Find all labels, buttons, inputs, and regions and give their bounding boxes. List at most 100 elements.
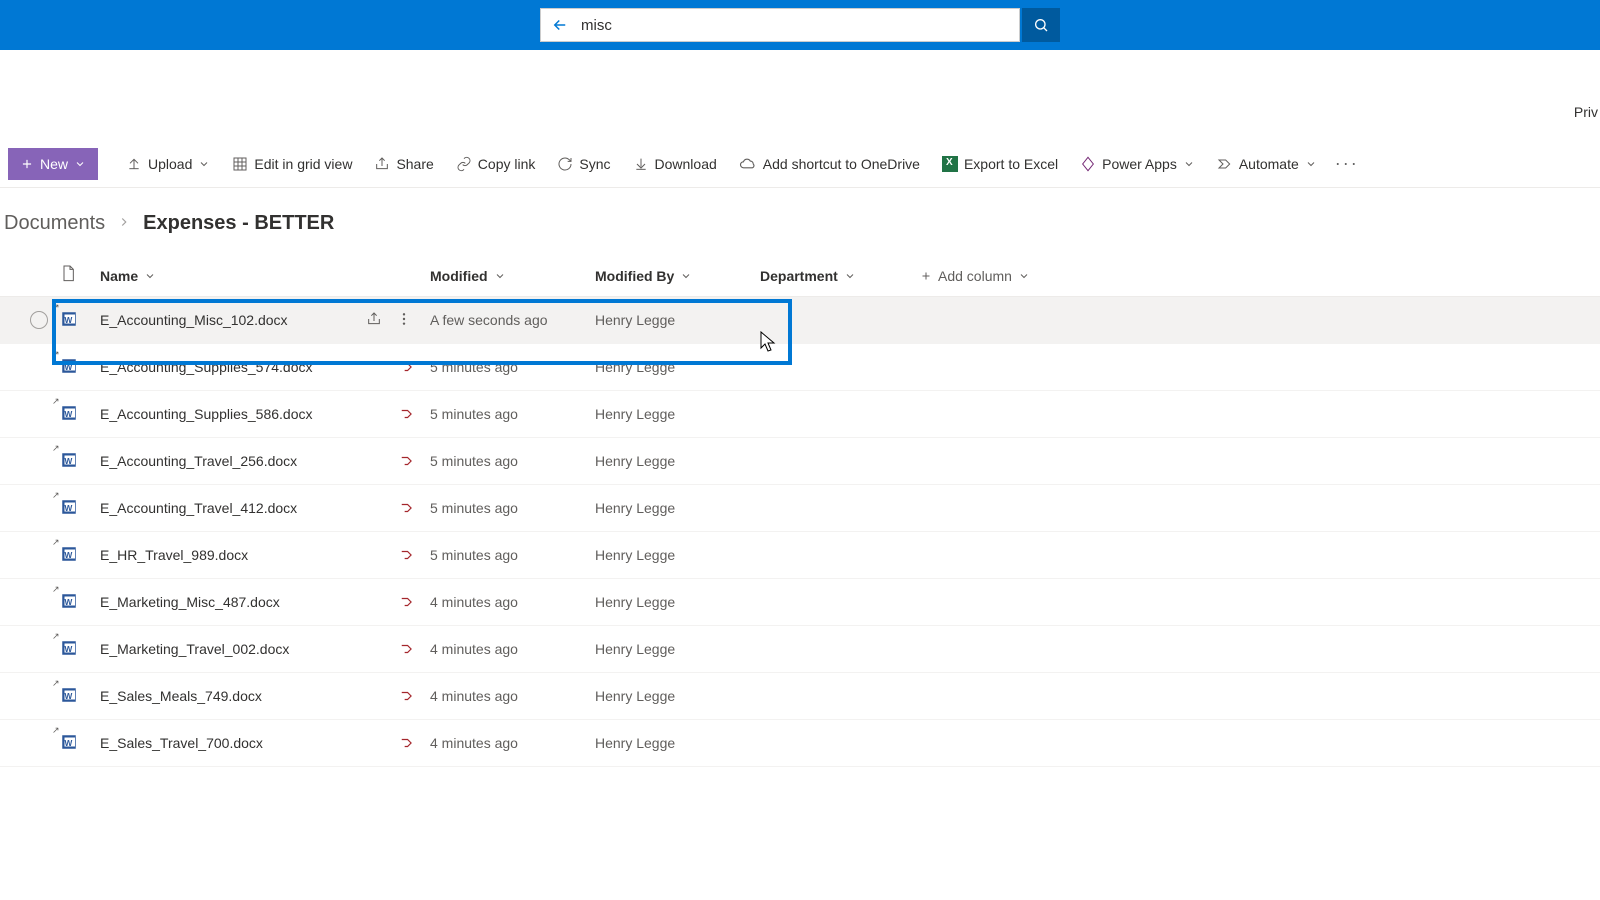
table-row[interactable]: ↗WE_HR_Travel_989.docx5 minutes agoHenry…: [0, 532, 1600, 579]
modifiedby-cell[interactable]: Henry Legge: [595, 547, 760, 563]
row-select[interactable]: [18, 311, 60, 329]
modifiedby-cell[interactable]: Henry Legge: [595, 641, 760, 657]
modifiedby-cell[interactable]: Henry Legge: [595, 312, 760, 328]
file-name-cell[interactable]: E_Accounting_Travel_412.docx: [100, 500, 430, 516]
table-row[interactable]: ↗WE_Marketing_Misc_487.docx4 minutes ago…: [0, 579, 1600, 626]
svg-text:W: W: [65, 645, 73, 654]
row-share-icon[interactable]: [366, 311, 382, 330]
copy-link-button[interactable]: Copy link: [446, 148, 546, 180]
file-type-icon: ↗W: [60, 357, 100, 377]
excel-icon: [942, 156, 958, 172]
new-button[interactable]: New: [8, 148, 98, 180]
file-name[interactable]: E_Accounting_Supplies_586.docx: [100, 406, 313, 422]
file-name[interactable]: E_Marketing_Travel_002.docx: [100, 641, 289, 657]
file-type-icon: ↗W: [60, 733, 100, 753]
power-apps-button[interactable]: Power Apps: [1070, 148, 1205, 180]
modifiedby-cell[interactable]: Henry Legge: [595, 735, 760, 751]
modified-cell: 4 minutes ago: [430, 594, 595, 610]
upload-button[interactable]: Upload: [116, 148, 220, 180]
add-column-label: Add column: [938, 268, 1012, 284]
modifiedby-cell[interactable]: Henry Legge: [595, 406, 760, 422]
breadcrumb-parent[interactable]: Documents: [4, 212, 105, 235]
suite-header: [0, 0, 1600, 50]
flow-status-icon: [400, 642, 430, 656]
col-header-name[interactable]: Name: [100, 268, 430, 284]
file-type-icon: ↗W: [60, 545, 100, 565]
file-name-cell[interactable]: E_Sales_Travel_700.docx: [100, 735, 430, 751]
search-button[interactable]: [1022, 8, 1060, 42]
file-type-icon: ↗W: [60, 451, 100, 471]
modifiedby-cell[interactable]: Henry Legge: [595, 453, 760, 469]
flow-status-icon: [400, 595, 430, 609]
modified-cell: 5 minutes ago: [430, 406, 595, 422]
col-modified-label: Modified: [430, 268, 488, 284]
col-department-label: Department: [760, 268, 838, 284]
file-name-cell[interactable]: E_Accounting_Supplies_586.docx: [100, 406, 430, 422]
add-shortcut-button[interactable]: Add shortcut to OneDrive: [729, 148, 930, 180]
file-name-cell[interactable]: E_Marketing_Misc_487.docx: [100, 594, 430, 610]
table-row[interactable]: ↗WE_Marketing_Travel_002.docx4 minutes a…: [0, 626, 1600, 673]
chevron-down-icon: [1018, 270, 1030, 282]
file-name[interactable]: E_Accounting_Travel_412.docx: [100, 500, 297, 516]
modified-cell: 5 minutes ago: [430, 359, 595, 375]
file-name-cell[interactable]: E_Marketing_Travel_002.docx: [100, 641, 430, 657]
file-name-cell[interactable]: E_Accounting_Travel_256.docx: [100, 453, 430, 469]
table-row[interactable]: ↗WE_Sales_Meals_749.docx4 minutes agoHen…: [0, 673, 1600, 720]
edit-grid-button[interactable]: Edit in grid view: [222, 148, 362, 180]
flow-status-icon: [400, 548, 430, 562]
file-name-cell[interactable]: E_HR_Travel_989.docx: [100, 547, 430, 563]
chevron-down-icon: [1305, 158, 1317, 170]
search-box[interactable]: [540, 8, 1020, 42]
table-row[interactable]: ↗WE_Accounting_Supplies_586.docx5 minute…: [0, 391, 1600, 438]
svg-text:W: W: [65, 363, 73, 372]
table-row[interactable]: ↗WE_Accounting_Travel_412.docx5 minutes …: [0, 485, 1600, 532]
file-name[interactable]: E_Sales_Meals_749.docx: [100, 688, 262, 704]
modified-cell: 4 minutes ago: [430, 735, 595, 751]
file-name[interactable]: E_Sales_Travel_700.docx: [100, 735, 263, 751]
copy-link-label: Copy link: [478, 156, 536, 172]
export-excel-button[interactable]: Export to Excel: [932, 148, 1068, 180]
export-excel-label: Export to Excel: [964, 156, 1058, 172]
chevron-right-icon: [117, 212, 131, 235]
download-icon: [633, 156, 649, 172]
file-name[interactable]: E_Marketing_Misc_487.docx: [100, 594, 280, 610]
file-name[interactable]: E_Accounting_Supplies_574.docx: [100, 359, 313, 375]
modifiedby-cell[interactable]: Henry Legge: [595, 594, 760, 610]
table-row[interactable]: ↗WE_Sales_Travel_700.docx 4 minutes agoHe…: [0, 720, 1600, 767]
share-button[interactable]: Share: [364, 148, 443, 180]
modified-cell: 4 minutes ago: [430, 688, 595, 704]
download-button[interactable]: Download: [623, 148, 727, 180]
file-name[interactable]: E_Accounting_Misc_102.docx: [100, 312, 288, 328]
table-row[interactable]: ↗WE_Accounting_Misc_102.docxA few second…: [0, 297, 1600, 344]
svg-text:W: W: [65, 739, 73, 748]
svg-text:W: W: [65, 316, 73, 325]
flow-icon: [1217, 156, 1233, 172]
file-name[interactable]: E_Accounting_Travel_256.docx: [100, 453, 297, 469]
modifiedby-cell[interactable]: Henry Legge: [595, 688, 760, 704]
automate-button[interactable]: Automate: [1207, 148, 1327, 180]
modified-cell: 5 minutes ago: [430, 500, 595, 516]
file-name-cell[interactable]: E_Sales_Meals_749.docx: [100, 688, 430, 704]
col-header-modifiedby[interactable]: Modified By: [595, 268, 760, 284]
breadcrumb: Documents Expenses - BETTER: [0, 188, 1600, 255]
powerapps-icon: [1080, 156, 1096, 172]
add-column-button[interactable]: Add column: [920, 268, 1030, 284]
col-header-department[interactable]: Department: [760, 268, 920, 284]
grid-icon: [232, 156, 248, 172]
back-arrow-icon[interactable]: [551, 16, 569, 34]
file-name-cell[interactable]: E_Accounting_Supplies_574.docx: [100, 359, 430, 375]
svg-text:W: W: [65, 410, 73, 419]
sync-button[interactable]: Sync: [547, 148, 620, 180]
col-header-modified[interactable]: Modified: [430, 268, 595, 284]
modifiedby-cell[interactable]: Henry Legge: [595, 500, 760, 516]
file-name[interactable]: E_HR_Travel_989.docx: [100, 547, 248, 563]
more-actions-button[interactable]: ···: [1329, 153, 1365, 174]
row-more-icon[interactable]: [396, 311, 412, 330]
modifiedby-cell[interactable]: Henry Legge: [595, 359, 760, 375]
flow-status-icon: [400, 360, 430, 374]
table-row[interactable]: ↗WE_Accounting_Supplies_574.docx 5 minute…: [0, 344, 1600, 391]
table-row[interactable]: ↗WE_Accounting_Travel_256.docx5 minutes …: [0, 438, 1600, 485]
privacy-label: Priv: [1574, 104, 1600, 120]
search-input[interactable]: [581, 17, 1009, 34]
file-name-cell[interactable]: E_Accounting_Misc_102.docx: [100, 311, 430, 330]
